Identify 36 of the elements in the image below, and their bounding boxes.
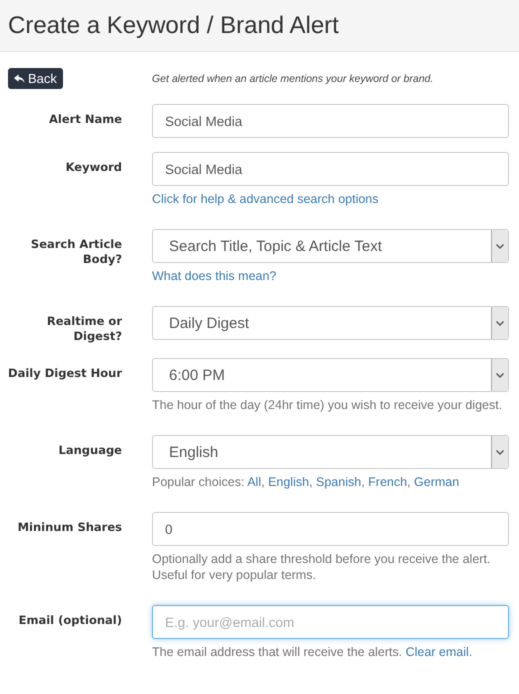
help-text: Popular choices: All, English, Spanish, French, German [152,474,460,490]
field-label: Search Article Body? [30,236,122,267]
help-link[interactable]: Clear email. [406,645,472,659]
help-text: The email address that will receive the alerts. Clear email. [152,644,474,660]
help-link[interactable]: Spanish [316,475,362,489]
field-label: Realtime or Digest? [46,313,122,344]
text-field[interactable]: 0 [152,512,509,546]
help-link[interactable]: What does this mean? [152,269,276,283]
chevron-down-icon [496,372,504,378]
help-link[interactable]: All [247,475,262,489]
dropdown[interactable]: Search Title, Topic & Article Text [152,229,509,263]
chevron-down-icon [496,244,504,248]
field-label: Keyword [66,159,122,175]
field-label: Email (optional) [18,612,122,628]
help-link[interactable]: English [268,475,310,489]
dropdown[interactable]: 6:00 PM [152,358,509,392]
text-field[interactable]: Social Media [152,152,509,186]
chevron-down-icon [496,320,504,326]
intro-text: Get alerted when an article mentions your keyword or brand. [152,72,434,84]
text-field[interactable]: E.g. your@email.com [152,605,509,639]
field-label: Mininum Shares [18,519,122,535]
page-title: Create a Keyword / Brand Alert [8,12,339,40]
reply-arrow-icon [14,74,25,84]
field-label: Daily Digest Hour [8,365,122,381]
help-link[interactable]: Click for help & advanced search options [152,192,379,206]
dropdown[interactable]: English [152,435,509,469]
field-label: Language [58,442,122,458]
field-label: Alert Name [49,111,122,127]
help-text: Optionally add a share threshold before you receive the alert. Useful for very popular terms. [152,551,492,583]
back-button[interactable]: Back [8,68,63,89]
help-link[interactable]: French [368,475,408,489]
help-text: The hour of the day (24hr time) you wish to receive your digest. [152,397,504,413]
text-field[interactable]: Social Media [152,104,509,138]
chevron-down-icon [496,450,504,454]
dropdown[interactable]: Daily Digest [152,306,509,340]
help-link[interactable]: German [414,475,460,489]
